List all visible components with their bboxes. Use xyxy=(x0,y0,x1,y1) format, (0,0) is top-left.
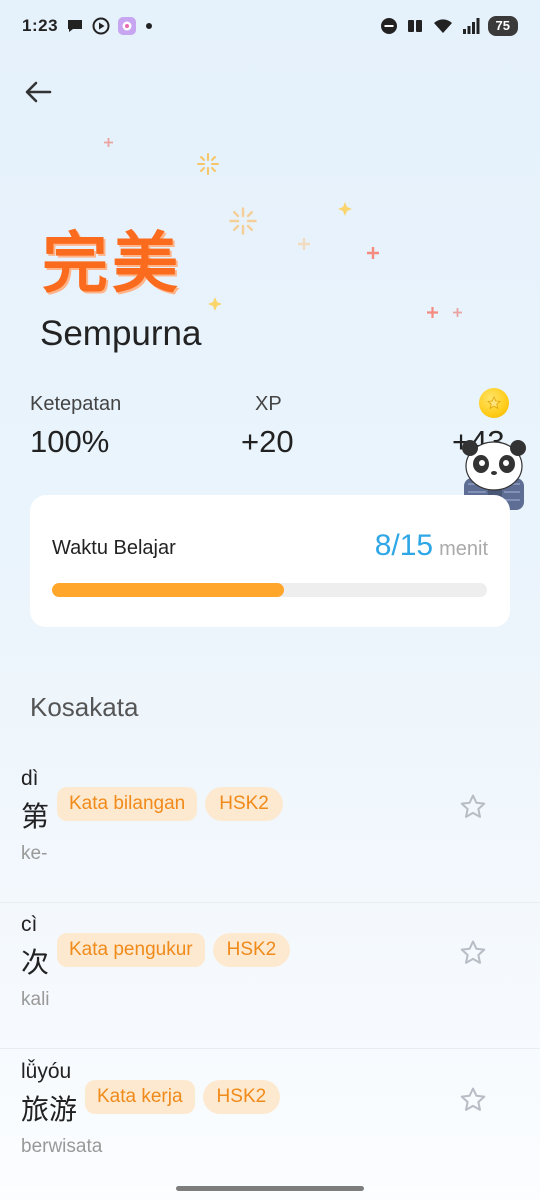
vocab-meaning: kali xyxy=(21,989,50,1010)
vocab-item[interactable]: lǚyóu 旅游 berwisata Kata kerja HSK2 xyxy=(0,1050,540,1196)
wifi-icon xyxy=(433,19,452,33)
vocab-section-title: Kosakata xyxy=(30,692,139,722)
app-icon xyxy=(118,17,137,35)
sparkle-decoration-icon xyxy=(427,307,438,318)
vocab-item[interactable]: dì 第 ke- Kata bilangan HSK2 xyxy=(0,757,540,903)
result-subtitle: Sempurna xyxy=(40,314,202,353)
status-bar: 1:23 75 xyxy=(0,0,540,52)
vocab-type-tag: Kata bilangan xyxy=(57,787,198,821)
study-time-label: Waktu Belajar xyxy=(52,537,176,559)
vocab-tags: Kata kerja HSK2 xyxy=(85,1080,281,1114)
vocab-tags: Kata bilangan HSK2 xyxy=(57,787,283,821)
vocab-meaning: ke- xyxy=(21,843,48,864)
signal-icon xyxy=(462,18,480,34)
vocab-hanzi: 第 xyxy=(21,800,50,833)
arrow-left-icon xyxy=(25,81,52,103)
message-icon xyxy=(68,20,83,32)
vocab-level-tag: HSK2 xyxy=(212,933,291,967)
status-left: 1:23 xyxy=(22,16,154,36)
study-time-progress-bar xyxy=(52,583,487,597)
sparkle-decoration-icon xyxy=(298,238,310,250)
study-time-progress: 8/15 xyxy=(374,529,434,562)
sparkle-decoration-icon xyxy=(229,207,257,235)
battery-indicator: 75 xyxy=(487,16,518,36)
star-outline-icon[interactable] xyxy=(458,792,488,822)
study-time-progress-fill xyxy=(52,583,284,597)
dot-icon xyxy=(146,23,153,29)
result-hanzi-title: 完美 xyxy=(42,225,182,302)
vocab-meaning: berwisata xyxy=(21,1136,103,1157)
sparkle-decoration-icon xyxy=(197,153,219,175)
sparkle-decoration-icon xyxy=(367,247,379,259)
sparkle-decoration-icon xyxy=(338,202,352,216)
vocab-pinyin: dì xyxy=(21,767,39,790)
do-not-disturb-icon xyxy=(380,18,397,34)
star-outline-icon[interactable] xyxy=(458,938,488,968)
stat-xp-value: +20 xyxy=(241,424,294,459)
vocab-type-tag: Kata kerja xyxy=(85,1080,195,1114)
back-button[interactable] xyxy=(20,74,56,110)
stat-accuracy-value: 100% xyxy=(30,424,110,459)
study-time-card: Waktu Belajar 8/15 menit xyxy=(30,495,510,627)
vocab-level-tag: HSK2 xyxy=(202,1080,281,1114)
status-right: 75 xyxy=(380,16,518,36)
vocab-hanzi: 旅游 xyxy=(21,1093,78,1126)
vocab-pinyin: cì xyxy=(21,913,38,936)
sparkle-decoration-icon xyxy=(104,138,113,147)
vocab-hanzi: 次 xyxy=(21,946,50,979)
study-time-progress-text: 8/15 menit xyxy=(375,529,488,563)
status-time: 1:23 xyxy=(22,16,59,35)
vocab-tags: Kata pengukur HSK2 xyxy=(57,933,291,967)
vocab-item[interactable]: cì 次 kali Kata pengukur HSK2 xyxy=(0,903,540,1049)
stat-accuracy-label: Ketepatan xyxy=(30,393,122,415)
vocab-pinyin: lǚyóu xyxy=(21,1060,72,1083)
star-outline-icon[interactable] xyxy=(458,1085,488,1115)
vocab-type-tag: Kata pengukur xyxy=(57,933,205,967)
sparkle-decoration-icon xyxy=(208,297,222,311)
vibrate-icon xyxy=(407,20,422,32)
home-indicator[interactable] xyxy=(176,1186,364,1191)
study-time-unit: menit xyxy=(439,538,488,560)
stat-xp-label: XP xyxy=(255,393,282,415)
vocab-level-tag: HSK2 xyxy=(205,787,283,821)
play-icon xyxy=(92,17,110,35)
coin-icon xyxy=(479,388,509,418)
sparkle-decoration-icon xyxy=(453,308,462,317)
